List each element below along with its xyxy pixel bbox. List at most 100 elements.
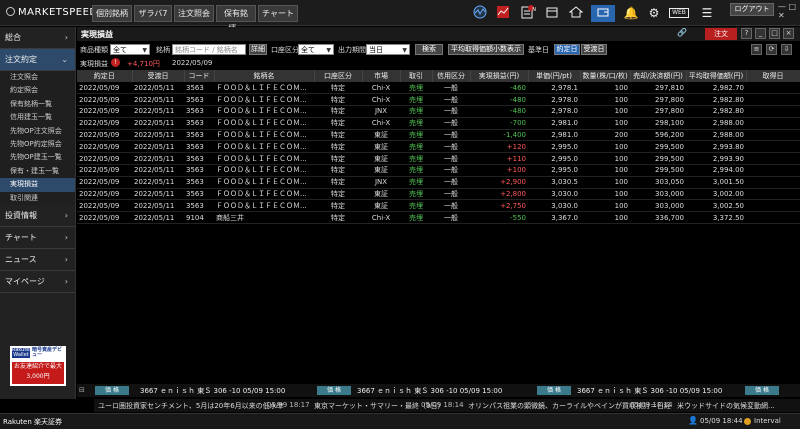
column-header[interactable]: 取引 bbox=[400, 70, 433, 82]
product-type-select[interactable]: 全て ▼ bbox=[110, 44, 150, 55]
tab-individual-stock[interactable]: 個別銘柄 bbox=[92, 5, 132, 22]
sidebar-item-holdings-positions[interactable]: 保有・建玉一覧 bbox=[0, 164, 75, 179]
column-header[interactable]: 取得日 bbox=[746, 70, 800, 82]
table-cell: 100 bbox=[580, 164, 630, 177]
ticker-item[interactable]: 3667 ｅｎｉｓｈ 東Ｓ 306 -10 05/09 15:00 bbox=[357, 386, 502, 396]
period-select[interactable]: 当日 ▼ bbox=[366, 44, 410, 55]
logout-button[interactable]: ログアウト bbox=[730, 3, 774, 16]
table-row[interactable]: 2022/05/09 2022/05/11 3563 ＦＯＯＤ＆ＬＩＦＥＣＯＭ... 特… bbox=[77, 117, 800, 130]
column-header[interactable]: 口座区分 bbox=[314, 70, 363, 82]
column-header[interactable]: 約定日 bbox=[77, 70, 133, 82]
tab-chart[interactable]: チャート bbox=[258, 5, 298, 22]
settings-icon[interactable]: ⚙ bbox=[645, 5, 663, 22]
calendar-icon[interactable] bbox=[543, 5, 561, 22]
table-cell: 2022/05/11 bbox=[132, 188, 184, 201]
sidebar-item-trade-related[interactable]: 取引関連 bbox=[0, 191, 75, 205]
tab-order-inquiry[interactable]: 注文照会 bbox=[174, 5, 214, 22]
window-controls[interactable]: — □ ✕ bbox=[778, 2, 800, 20]
sidebar-section-overview[interactable]: 総合 › bbox=[0, 27, 75, 49]
promo-banner[interactable]: Rakuten Wallet 暗号資産デビュー お友達紹介で最大3,000円 bbox=[10, 346, 66, 386]
column-header[interactable]: 単価(円/pt) bbox=[528, 70, 581, 82]
average-decimal-button[interactable]: 平均取得価額小数表示 bbox=[448, 44, 524, 55]
search-button[interactable]: 検索 bbox=[415, 44, 443, 55]
table-cell: 売埋 bbox=[400, 211, 432, 225]
news-item[interactable]: ユーロ圏投資家センチメント、5月は20年6月以来の低水準 bbox=[98, 401, 284, 411]
user-icon[interactable]: 👤 bbox=[688, 416, 698, 425]
tab-zaraba[interactable]: ザラバ7 bbox=[134, 5, 172, 22]
ticker-item[interactable]: 3667 ｅｎｉｓｈ 東Ｓ 306 -10 05/09 15:00 bbox=[577, 386, 722, 396]
news-item[interactable]: 米ウッドサイドの気候変動網... bbox=[677, 401, 775, 411]
sidebar-item-futures-execution[interactable]: 先物OP約定照会 bbox=[0, 137, 75, 152]
ticker-collapse-icon[interactable]: ⊟ bbox=[79, 386, 85, 394]
graph-icon[interactable] bbox=[494, 5, 512, 22]
order-button[interactable]: 注文 bbox=[705, 28, 737, 40]
table-cell: 3,002.50 bbox=[686, 199, 746, 213]
sidebar-item-holdings[interactable]: 保有銘柄一覧 bbox=[0, 97, 75, 112]
sidebar-section-orders[interactable]: 注文約定 ⌄ bbox=[0, 49, 75, 71]
column-header[interactable]: コード bbox=[184, 70, 215, 82]
table-cell: 2,978.0 bbox=[528, 93, 580, 107]
refresh-icon[interactable]: ⟳ bbox=[766, 44, 777, 55]
export-icon[interactable]: ⇩ bbox=[781, 44, 792, 55]
tick-chart-icon[interactable] bbox=[471, 5, 489, 22]
sidebar-section-investment-info[interactable]: 投資情報 › bbox=[0, 205, 75, 227]
table-row[interactable]: 2022/05/09 2022/05/11 3563 ＦＯＯＤ＆ＬＩＦＥＣＯＭ... 特… bbox=[77, 199, 800, 213]
table-cell: 303,000 bbox=[630, 188, 686, 201]
column-header[interactable]: 数量(株/口/枚) bbox=[580, 70, 631, 82]
table-cell: 東証 bbox=[362, 152, 400, 166]
column-header[interactable]: 信用区分 bbox=[432, 70, 471, 82]
issue-search-input[interactable]: 銘柄コード / 銘柄名 bbox=[172, 44, 246, 55]
table-cell: 297,800 bbox=[630, 105, 686, 118]
sidebar-item-realized-pl[interactable]: 実現損益 bbox=[0, 178, 75, 192]
table-row[interactable]: 2022/05/09 2022/05/11 3563 ＦＯＯＤ＆ＬＩＦＥＣＯＭ... 特… bbox=[77, 105, 800, 118]
news-icon[interactable]: N bbox=[518, 5, 536, 22]
table-cell: 商船三井 bbox=[214, 211, 314, 225]
close-icon[interactable]: × bbox=[783, 28, 794, 39]
execution-date-toggle[interactable]: 約定日 bbox=[554, 44, 580, 55]
link-icon[interactable]: 🔗 bbox=[677, 28, 687, 37]
column-header[interactable]: 売却/決済額(円) bbox=[630, 70, 687, 82]
column-header[interactable]: 市場 bbox=[362, 70, 401, 82]
bell-icon[interactable]: 🔔 bbox=[622, 5, 640, 22]
sidebar-item-futures-order[interactable]: 先物OP注文照会 bbox=[0, 124, 75, 138]
account-type-select[interactable]: 全て ▼ bbox=[298, 44, 334, 55]
column-header[interactable]: 実現損益(円) bbox=[470, 70, 529, 82]
delivery-date-toggle[interactable]: 受渡日 bbox=[581, 44, 607, 55]
column-header[interactable]: 受渡日 bbox=[132, 70, 185, 82]
table-cell: 3,372.50 bbox=[686, 211, 746, 225]
home-icon[interactable] bbox=[567, 5, 585, 22]
ticker-item[interactable]: 3667 ｅｎｉｓｈ 東Ｓ 306 -10 05/09 15:00 bbox=[140, 386, 285, 396]
sidebar-item-order-inquiry[interactable]: 注文照会 bbox=[0, 71, 75, 85]
sidebar-item-execution-inquiry[interactable]: 約定照会 bbox=[0, 84, 75, 98]
table-row[interactable]: 2022/05/09 2022/05/11 3563 ＦＯＯＤ＆ＬＩＦＥＣＯＭ... 特… bbox=[77, 82, 800, 95]
table-row[interactable]: 2022/05/09 2022/05/11 3563 ＦＯＯＤ＆ＬＩＦＥＣＯＭ... 特… bbox=[77, 152, 800, 166]
table-row[interactable]: 2022/05/09 2022/05/11 3563 ＦＯＯＤ＆ＬＩＦＥＣＯＭ... 特… bbox=[77, 129, 800, 142]
sidebar-item-margin-positions[interactable]: 信用建玉一覧 bbox=[0, 111, 75, 125]
table-row[interactable]: 2022/05/09 2022/05/11 3563 ＦＯＯＤ＆ＬＩＦＥＣＯＭ... 特… bbox=[77, 140, 800, 154]
maximize-icon[interactable]: □ bbox=[769, 28, 780, 39]
minimize-icon[interactable]: _ bbox=[755, 28, 766, 39]
account-type-value: 全て bbox=[301, 46, 315, 54]
column-header[interactable]: 平均取得価額(円) bbox=[686, 70, 747, 82]
sidebar-section-mypage[interactable]: マイページ › bbox=[0, 271, 75, 293]
table-row[interactable]: 2022/05/09 2022/05/11 3563 ＦＯＯＤ＆ＬＩＦＥＣＯＭ... 特… bbox=[77, 188, 800, 201]
tab-holdings[interactable]: 保有銘柄... bbox=[216, 5, 256, 33]
menu-icon[interactable]: ☰ bbox=[698, 5, 716, 22]
detail-button[interactable]: 詳細 bbox=[249, 44, 267, 55]
news-time: 05/09 18:14 bbox=[421, 401, 464, 409]
table-row[interactable]: 2022/05/09 2022/05/11 3563 ＦＯＯＤ＆ＬＩＦＥＣＯＭ... 特… bbox=[77, 176, 800, 189]
list-view-icon[interactable]: ≡ bbox=[751, 44, 762, 55]
sidebar-section-chart[interactable]: チャート › bbox=[0, 227, 75, 249]
info-icon[interactable]: ! bbox=[111, 58, 120, 67]
sidebar-section-news[interactable]: ニュース › bbox=[0, 249, 75, 271]
sidebar-item-futures-positions[interactable]: 先物OP建玉一覧 bbox=[0, 151, 75, 165]
table-row[interactable]: 2022/05/09 2022/05/11 3563 ＦＯＯＤ＆ＬＩＦＥＣＯＭ... 特… bbox=[77, 164, 800, 177]
column-header[interactable]: 銘柄名 bbox=[214, 70, 315, 82]
wallet-icon[interactable] bbox=[591, 5, 615, 22]
web-icon[interactable]: WEB bbox=[669, 8, 689, 18]
table-cell: -700 bbox=[470, 117, 528, 130]
help-icon[interactable]: ? bbox=[741, 28, 752, 39]
table-cell: 336,700 bbox=[630, 211, 686, 225]
table-row[interactable]: 2022/05/09 2022/05/11 9104 商船三井 特定 Chi-X 売埋 一般 -… bbox=[77, 211, 800, 225]
table-row[interactable]: 2022/05/09 2022/05/11 3563 ＦＯＯＤ＆ＬＩＦＥＣＯＭ... 特… bbox=[77, 93, 800, 107]
